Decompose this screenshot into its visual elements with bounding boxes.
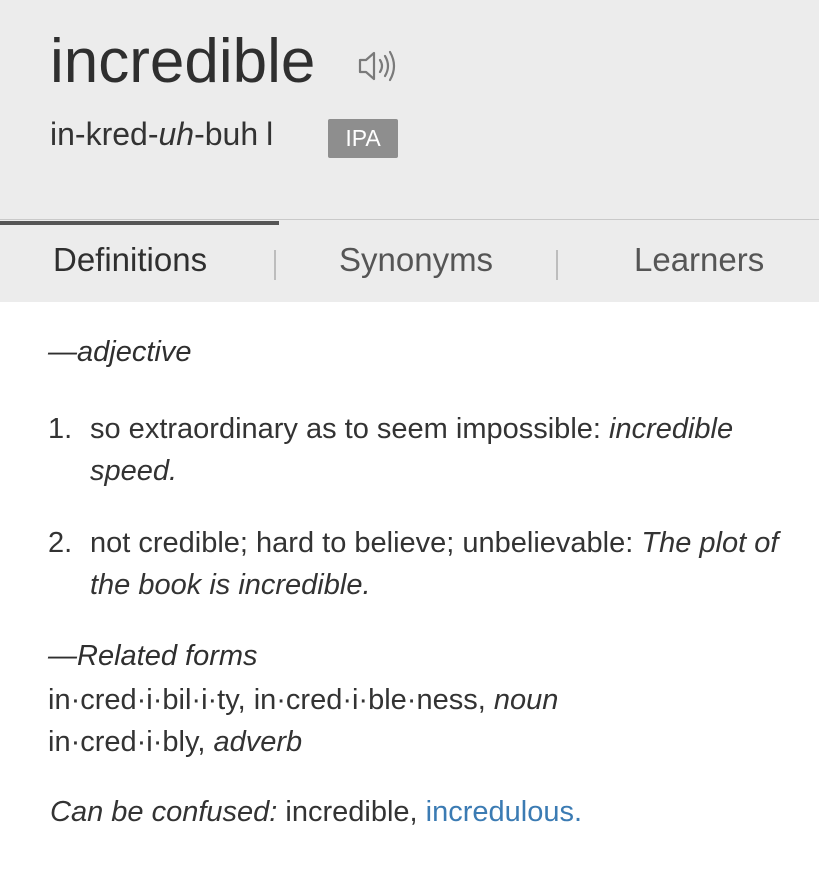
pron-part-3: -buh — [194, 116, 259, 152]
pron-part-2: uh — [158, 116, 195, 152]
tab-synonyms[interactable]: Synonyms — [339, 220, 493, 302]
definition-text: not credible; hard to believe; unbelieva… — [90, 527, 642, 559]
definition-item: 2. not credible; hard to believe; unbeli… — [48, 522, 808, 606]
definitions-content: —adjective 1. so extraordinary as to see… — [0, 302, 819, 895]
related-pos: noun — [493, 684, 559, 716]
tab-divider — [274, 250, 276, 280]
related-pos: adverb — [213, 726, 303, 758]
pron-part-1: in-kred- — [50, 116, 159, 152]
entry-header: incredible in-kred-uh-buh l IPA — [0, 0, 819, 220]
headword: incredible — [50, 27, 316, 96]
definition-text: so extraordinary as to seem impossible: — [90, 413, 609, 445]
related-forms-heading: —Related forms — [48, 640, 258, 672]
can-be-confused: Can be confused: incredible, incredulous… — [50, 796, 582, 829]
confused-label: Can be confused: — [50, 796, 278, 828]
related-forms: in·cred·i·bil·i·ty, in·cred·i·ble·ness, — [48, 684, 486, 716]
related-form-line: in·cred·i·bly, adverb — [48, 721, 302, 763]
tab-bar: Definitions Synonyms Learners — [0, 220, 819, 302]
tab-learners[interactable]: Learners — [634, 220, 764, 302]
pron-bar: l — [266, 116, 274, 152]
confused-word: incredible, — [285, 796, 418, 828]
related-forms: in·cred·i·bly, — [48, 726, 206, 758]
tab-divider — [556, 250, 558, 280]
related-form-line: in·cred·i·bil·i·ty, in·cred·i·ble·ness, … — [48, 679, 558, 721]
part-of-speech: —adjective — [48, 336, 192, 368]
definition-item: 1. so extraordinary as to seem impossibl… — [48, 408, 808, 492]
definition-number: 2. — [48, 527, 73, 559]
confused-link[interactable]: incredulous. — [426, 796, 582, 828]
ipa-button[interactable]: IPA — [328, 119, 398, 158]
tab-definitions[interactable]: Definitions — [53, 220, 207, 302]
pronunciation: in-kred-uh-buh l — [50, 112, 273, 156]
definition-number: 1. — [48, 413, 73, 445]
speaker-sound-icon[interactable] — [356, 46, 400, 86]
